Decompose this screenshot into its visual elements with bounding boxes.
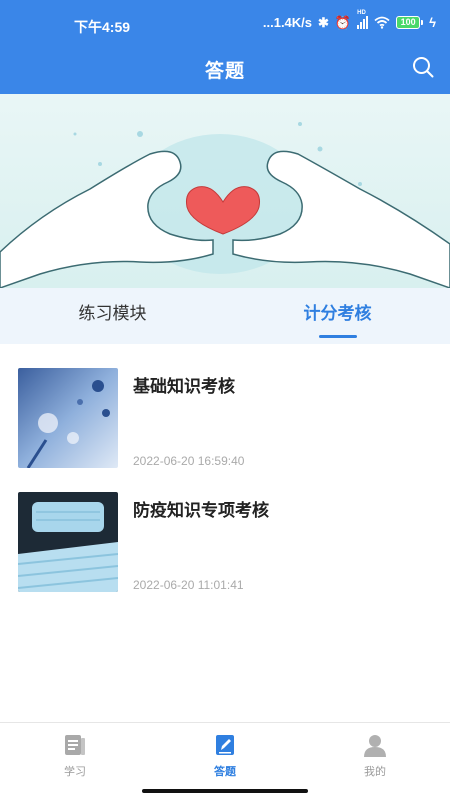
home-indicator[interactable]: [142, 789, 308, 793]
book-icon: [65, 735, 85, 755]
exam-list: 基础知识考核 2022-06-20 16:59:40 防疫知识专项考核 2022…: [0, 358, 450, 606]
bluetooth-icon: ✱: [318, 14, 329, 30]
tab-scored-exam-label: 计分考核: [303, 304, 372, 324]
alarm-icon: ⏰: [334, 14, 352, 30]
heart-hands-illustration: [0, 122, 450, 288]
app-bar: 答题: [0, 44, 450, 94]
network-speed: ...1.4K/s: [262, 15, 313, 30]
tab-practice-label: 练习模块: [78, 304, 147, 324]
masks-image: [18, 492, 118, 592]
status-time: 下午4:59: [74, 19, 131, 35]
status-right: ...1.4K/s ✱ ⏰ HD 100 ϟ: [262, 10, 436, 30]
nav-study[interactable]: 学习: [0, 723, 150, 800]
tab-practice[interactable]: 练习模块: [0, 288, 225, 344]
charging-icon: ϟ: [429, 14, 436, 30]
battery-icon: 100: [396, 16, 424, 29]
nav-quiz-label: 答题: [214, 765, 236, 778]
nav-profile-label: 我的: [364, 765, 386, 778]
exam-title: 防疫知识专项考核: [133, 501, 269, 521]
active-tab-indicator: [319, 335, 357, 338]
exam-thumbnail: [18, 492, 118, 592]
pencil-note-icon: [216, 735, 234, 755]
virus-image: [18, 368, 118, 468]
signal-label: HD: [357, 10, 366, 16]
battery-level: 100: [396, 16, 421, 29]
nav-profile[interactable]: 我的: [300, 723, 450, 800]
exam-thumbnail: [18, 368, 118, 468]
page-title: 答题: [204, 60, 245, 82]
banner-image[interactable]: [0, 94, 450, 288]
exam-date: 2022-06-20 16:59:40: [133, 454, 245, 468]
header-bar: 下午4:59 ...1.4K/s ✱ ⏰ HD 100 ϟ 答题: [0, 0, 450, 94]
app-screen: 下午4:59 ...1.4K/s ✱ ⏰ HD 100 ϟ 答题 练习模块 计分…: [0, 0, 450, 800]
exam-date: 2022-06-20 11:01:41: [133, 578, 244, 592]
list-item[interactable]: 防疫知识专项考核 2022-06-20 11:01:41: [0, 482, 450, 606]
wifi-icon: [374, 16, 390, 29]
search-icon[interactable]: [412, 56, 434, 78]
signal-icon: HD: [357, 10, 369, 29]
tab-bar: 练习模块 计分考核: [0, 288, 450, 344]
tab-scored-exam[interactable]: 计分考核: [225, 288, 450, 344]
list-item[interactable]: 基础知识考核 2022-06-20 16:59:40: [0, 358, 450, 482]
status-bar: 下午4:59 ...1.4K/s ✱ ⏰ HD 100 ϟ: [0, 0, 450, 44]
nav-study-label: 学习: [64, 765, 86, 778]
exam-title: 基础知识考核: [133, 377, 235, 397]
person-icon: [364, 735, 386, 757]
